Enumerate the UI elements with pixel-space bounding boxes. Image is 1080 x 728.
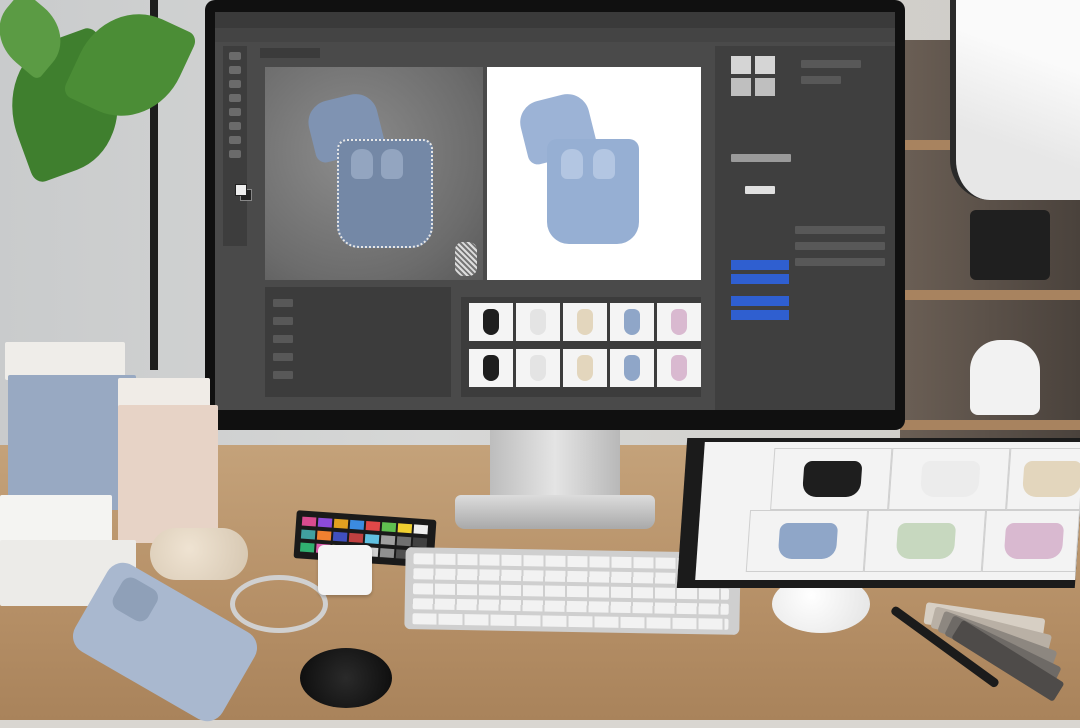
editor-menubar xyxy=(215,12,895,28)
variant-cell xyxy=(1006,448,1080,510)
variant-thumbnails-panel xyxy=(461,297,701,397)
properties-panels xyxy=(715,46,895,410)
thumbnail[interactable] xyxy=(610,349,654,387)
variant-cell xyxy=(981,510,1080,572)
panel-button[interactable] xyxy=(731,274,789,284)
softbox-light xyxy=(950,0,1080,200)
phone-camera-icon xyxy=(108,573,162,626)
product-box-pink xyxy=(118,405,218,543)
earbud-case-beige xyxy=(150,528,248,580)
earbud-left xyxy=(351,149,373,179)
text-tool-icon[interactable] xyxy=(229,150,241,158)
earbud-left xyxy=(561,149,583,179)
panel-thumb xyxy=(731,56,751,74)
layers-panel xyxy=(265,287,451,397)
marquee-tool-icon[interactable] xyxy=(229,66,241,74)
monitor-screen xyxy=(215,12,895,410)
panel-button[interactable] xyxy=(731,310,789,320)
thumbnail[interactable] xyxy=(516,349,560,387)
swatch-fan-deck xyxy=(905,592,1080,702)
camera-on-shelf xyxy=(970,210,1050,280)
layer-row[interactable] xyxy=(273,371,293,379)
thumbnail[interactable] xyxy=(563,303,607,341)
foreground-color-swatch[interactable] xyxy=(235,184,247,196)
layer-row[interactable] xyxy=(273,317,293,325)
variant-cell xyxy=(888,448,1011,510)
panel-row xyxy=(795,242,885,250)
earbud-right xyxy=(593,149,615,179)
panel-thumb xyxy=(731,78,751,96)
canvas-original-photo[interactable] xyxy=(265,67,483,280)
variant-cell xyxy=(770,448,893,510)
panel-swatch xyxy=(745,186,775,194)
select-tool-icon[interactable] xyxy=(229,94,241,102)
thumbnail[interactable] xyxy=(469,349,513,387)
panel-row xyxy=(795,258,885,266)
panel-row xyxy=(795,226,885,234)
tools-panel xyxy=(223,46,252,246)
layer-row[interactable] xyxy=(273,335,293,343)
layer-row[interactable] xyxy=(273,299,293,307)
thumbnail[interactable] xyxy=(610,303,654,341)
lens-cap xyxy=(300,648,392,708)
thumbnail[interactable] xyxy=(469,303,513,341)
panel-row xyxy=(801,60,861,68)
thumbnail[interactable] xyxy=(563,349,607,387)
earbud-right xyxy=(381,149,403,179)
panel-thumb xyxy=(755,78,775,96)
plant xyxy=(0,0,200,200)
variant-cell xyxy=(863,510,987,572)
usb-charger xyxy=(318,545,372,595)
thumbnail[interactable] xyxy=(657,303,701,341)
layer-row[interactable] xyxy=(273,353,293,361)
white-figurine xyxy=(970,340,1040,415)
thumbnail[interactable] xyxy=(516,303,560,341)
lasso-tool-icon[interactable] xyxy=(229,80,241,88)
adjust-slider[interactable] xyxy=(731,154,791,162)
binder-page xyxy=(695,442,1080,580)
document-tab[interactable] xyxy=(260,48,320,58)
options-bar xyxy=(215,28,895,42)
panel-thumb xyxy=(755,56,775,74)
product-box-blue xyxy=(8,375,136,510)
panel-button[interactable] xyxy=(731,260,789,270)
usb-cable xyxy=(230,575,328,633)
variant-cell xyxy=(745,510,869,572)
canvas-retouched-photo[interactable] xyxy=(487,67,701,280)
move-tool-icon[interactable] xyxy=(229,52,241,60)
brush-tool-icon[interactable] xyxy=(229,122,241,130)
checker-patch xyxy=(455,242,477,276)
monitor-base xyxy=(455,495,655,529)
thumbnail[interactable] xyxy=(657,349,701,387)
panel-button[interactable] xyxy=(731,296,789,306)
panel-row xyxy=(801,76,841,84)
crop-tool-icon[interactable] xyxy=(229,108,241,116)
eraser-tool-icon[interactable] xyxy=(229,136,241,144)
